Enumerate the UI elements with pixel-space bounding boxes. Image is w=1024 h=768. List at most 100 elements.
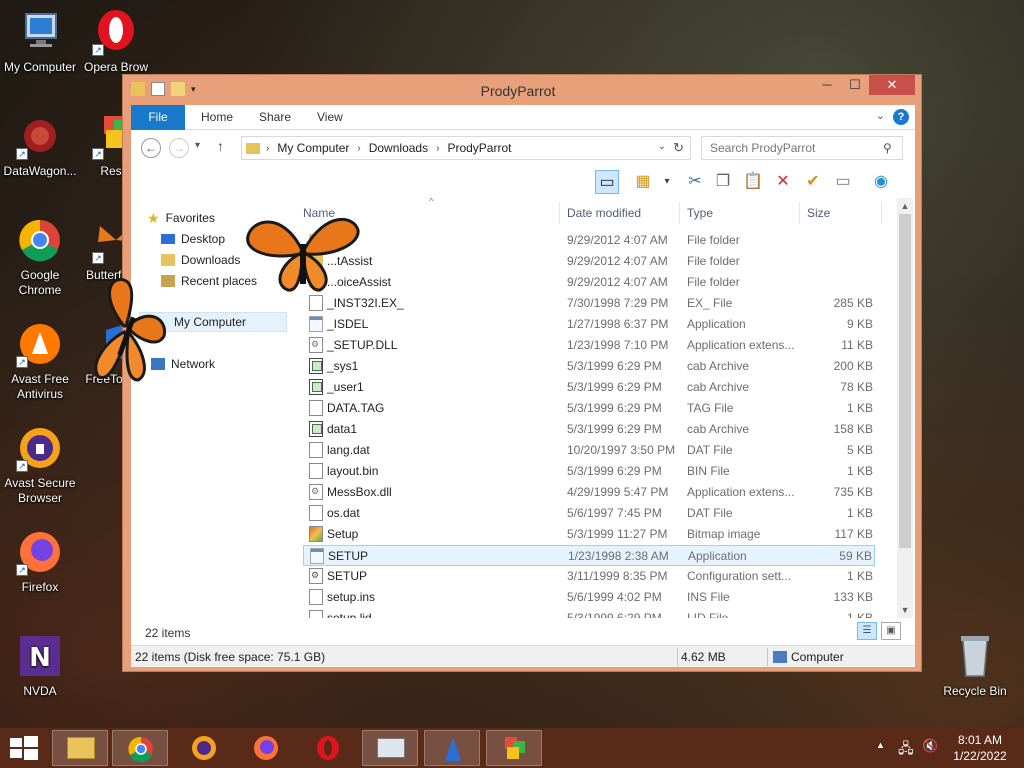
back-button[interactable]: ← [141,138,161,158]
scrollbar-thumb[interactable] [899,214,911,548]
taskbar-avast-secure-browser[interactable] [176,730,232,766]
file-row[interactable]: lang.dat 10/20/1997 3:50 PM DAT File 5 KB [303,440,875,461]
column-header-size[interactable]: Size [807,202,830,224]
search-icon[interactable]: ⚲ [883,141,892,155]
file-row[interactable]: MessBox.dll 4/29/1999 5:47 PM Application … [303,482,875,503]
chevron-right-icon: › [266,142,270,154]
taskbar-chrome[interactable] [112,730,168,766]
address-bar[interactable]: › My Computer › Downloads › ProdyParrot … [241,136,691,160]
paste-icon[interactable]: 📋 [741,170,765,194]
file-row[interactable]: data1 5/3/1999 6:29 PM cab Archive 158 KB [303,419,875,440]
scroll-up-arrow[interactable]: ▲ [897,198,913,214]
taskbar-resto[interactable] [486,730,542,766]
breadcrumb-my-computer[interactable]: My Computer [277,141,349,155]
tab-view[interactable]: View [303,105,357,130]
breadcrumb-downloads[interactable]: Downloads [369,141,428,155]
column-header-date[interactable]: Date modified [567,202,641,224]
chevron-down-icon[interactable]: ▾ [655,170,679,194]
nav-downloads[interactable]: Downloads [161,250,240,270]
file-row[interactable]: layout.bin 5/3/1999 6:29 PM BIN File 1 KB [303,461,875,482]
large-icons-view-button[interactable]: ▣ [881,622,901,640]
file-row[interactable]: _user1 5/3/1999 6:29 PM cab Archive 78 KB [303,377,875,398]
desktop-icon-google-chrome[interactable]: Google Chrome [0,216,80,298]
file-row[interactable]: ...tAssist 9/29/2012 4:07 AM File folder [303,251,875,272]
desktop-icon-opera[interactable]: ↗ Opera Brow [76,8,156,75]
window-title: ProdyParrot [480,83,556,99]
recent-locations-chevron-icon[interactable]: ▾ [195,140,200,151]
file-row[interactable]: _ISDEL 1/27/1998 6:37 PM Application 9 KB [303,314,875,335]
file-row[interactable]: ...oiceAssist 9/29/2012 4:07 AM File folde… [303,272,875,293]
file-row[interactable]: os.dat 5/6/1997 7:45 PM DAT File 1 KB [303,503,875,524]
file-row[interactable]: SETUP 1/23/1998 2:38 AM Application 59 KB [303,545,875,566]
doc-file-icon [309,610,323,618]
folder-options-icon[interactable]: ▦ [631,170,655,194]
conf-file-icon [309,568,323,584]
column-divider[interactable] [679,202,680,224]
network-icon[interactable]: 🖧 [898,738,914,762]
start-button[interactable] [10,736,38,763]
desktop-icon-avast-free[interactable]: ↗ Avast Free Antivirus [0,320,80,402]
desktop-icon-my-computer[interactable]: My Computer [0,8,80,75]
clock-time: 8:01 AM [957,733,1003,747]
copy-icon[interactable]: ❐ [711,170,735,194]
file-row[interactable]: _SETUP.DLL 1/23/1998 7:10 PM Application e… [303,335,875,356]
taskbar-firefox[interactable] [238,730,294,766]
tab-file[interactable]: File [131,105,185,130]
checkmark-icon[interactable]: ✔ [801,170,825,194]
cut-icon[interactable]: ✂ [683,170,707,194]
minimize-button[interactable]: ─ [813,75,841,95]
rename-icon[interactable]: ▭ [831,170,855,194]
tray-overflow-icon[interactable]: ▲ [876,740,885,750]
tab-share[interactable]: Share [245,105,305,130]
file-name: layout.bin [327,464,379,478]
address-dropdown-icon[interactable]: ⌄ [658,141,666,152]
chevron-down-icon[interactable]: ⌄ [876,109,885,125]
file-row[interactable]: setup.ins 5/6/1999 4:02 PM INS File 133 KB [303,587,875,608]
column-divider[interactable] [799,202,800,224]
computer-icon [773,651,787,663]
search-input[interactable]: Search ProdyParrot [701,136,903,160]
file-row[interactable]: SETUP 3/11/1999 8:35 PM Configuration sett… [303,566,875,587]
volume-muted-icon[interactable]: 🔇 [922,738,938,754]
desktop-icon-label: Recycle Bin [943,684,1007,698]
details-view-button[interactable]: ☰ [857,622,877,640]
forward-button[interactable]: → [169,138,189,158]
title-bar[interactable]: ▾ ProdyParrot ─ ☐ ✕ [123,75,921,105]
file-size: 735 KB [833,485,873,499]
close-button[interactable]: ✕ [869,75,915,95]
taskbar-clock[interactable]: 8:01 AM 1/22/2022 [950,732,1010,764]
file-row[interactable]: Setup 5/3/1999 11:27 PM Bitmap image 117 KB [303,524,875,545]
desktop-icon-datawagon[interactable]: ↗ DataWagon... [0,112,80,179]
file-row[interactable]: setup.lid 5/3/1999 6:29 PM LID File 1 KB [303,608,875,618]
breadcrumb-prodyparrot[interactable]: ProdyParrot [447,141,511,155]
file-row[interactable]: ...ot9/29/2012 4:07 AMFile folder [303,230,875,251]
taskbar-app-window[interactable] [362,730,418,766]
nav-desktop[interactable]: Desktop [161,229,225,249]
help-icon[interactable]: ? [893,109,909,125]
preview-pane-button[interactable]: ▭ [595,170,619,194]
globe-icon[interactable]: ◉ [869,170,893,194]
file-row[interactable]: _sys1 5/3/1999 6:29 PM cab Archive 200 KB [303,356,875,377]
desktop-icon-label: Opera Brow [83,60,149,74]
file-row[interactable]: _INST32I.EX_ 7/30/1998 7:29 PM EX_ File 285… [303,293,875,314]
file-row[interactable]: DATA.TAG 5/3/1999 6:29 PM TAG File 1 KB [303,398,875,419]
up-button[interactable]: ↑ [217,138,224,154]
refresh-icon[interactable]: ↻ [673,140,684,156]
tab-home[interactable]: Home [187,105,247,130]
taskbar-freetox[interactable] [424,730,480,766]
column-header-type[interactable]: Type [687,202,713,224]
vertical-scrollbar[interactable]: ▲ ▼ [897,198,913,618]
desktop-icon-firefox[interactable]: ↗ Firefox [0,528,80,595]
column-divider[interactable] [881,202,882,224]
scroll-down-arrow[interactable]: ▼ [897,602,913,618]
column-divider[interactable] [559,202,560,224]
maximize-button[interactable]: ☐ [841,75,869,95]
taskbar-explorer[interactable] [52,730,108,766]
desktop-icon-avast-secure-browser[interactable]: ↗ Avast Secure Browser [0,424,80,506]
desktop-icon-recycle-bin[interactable]: Recycle Bin [935,632,1015,699]
desktop-icon-nvda[interactable]: N NVDA [0,632,80,699]
nav-favorites[interactable]: ★ Favorites [147,208,215,228]
taskbar-opera[interactable] [300,730,356,766]
file-date: 5/3/1999 6:29 PM [567,359,662,373]
delete-icon[interactable]: ✕ [771,170,795,194]
